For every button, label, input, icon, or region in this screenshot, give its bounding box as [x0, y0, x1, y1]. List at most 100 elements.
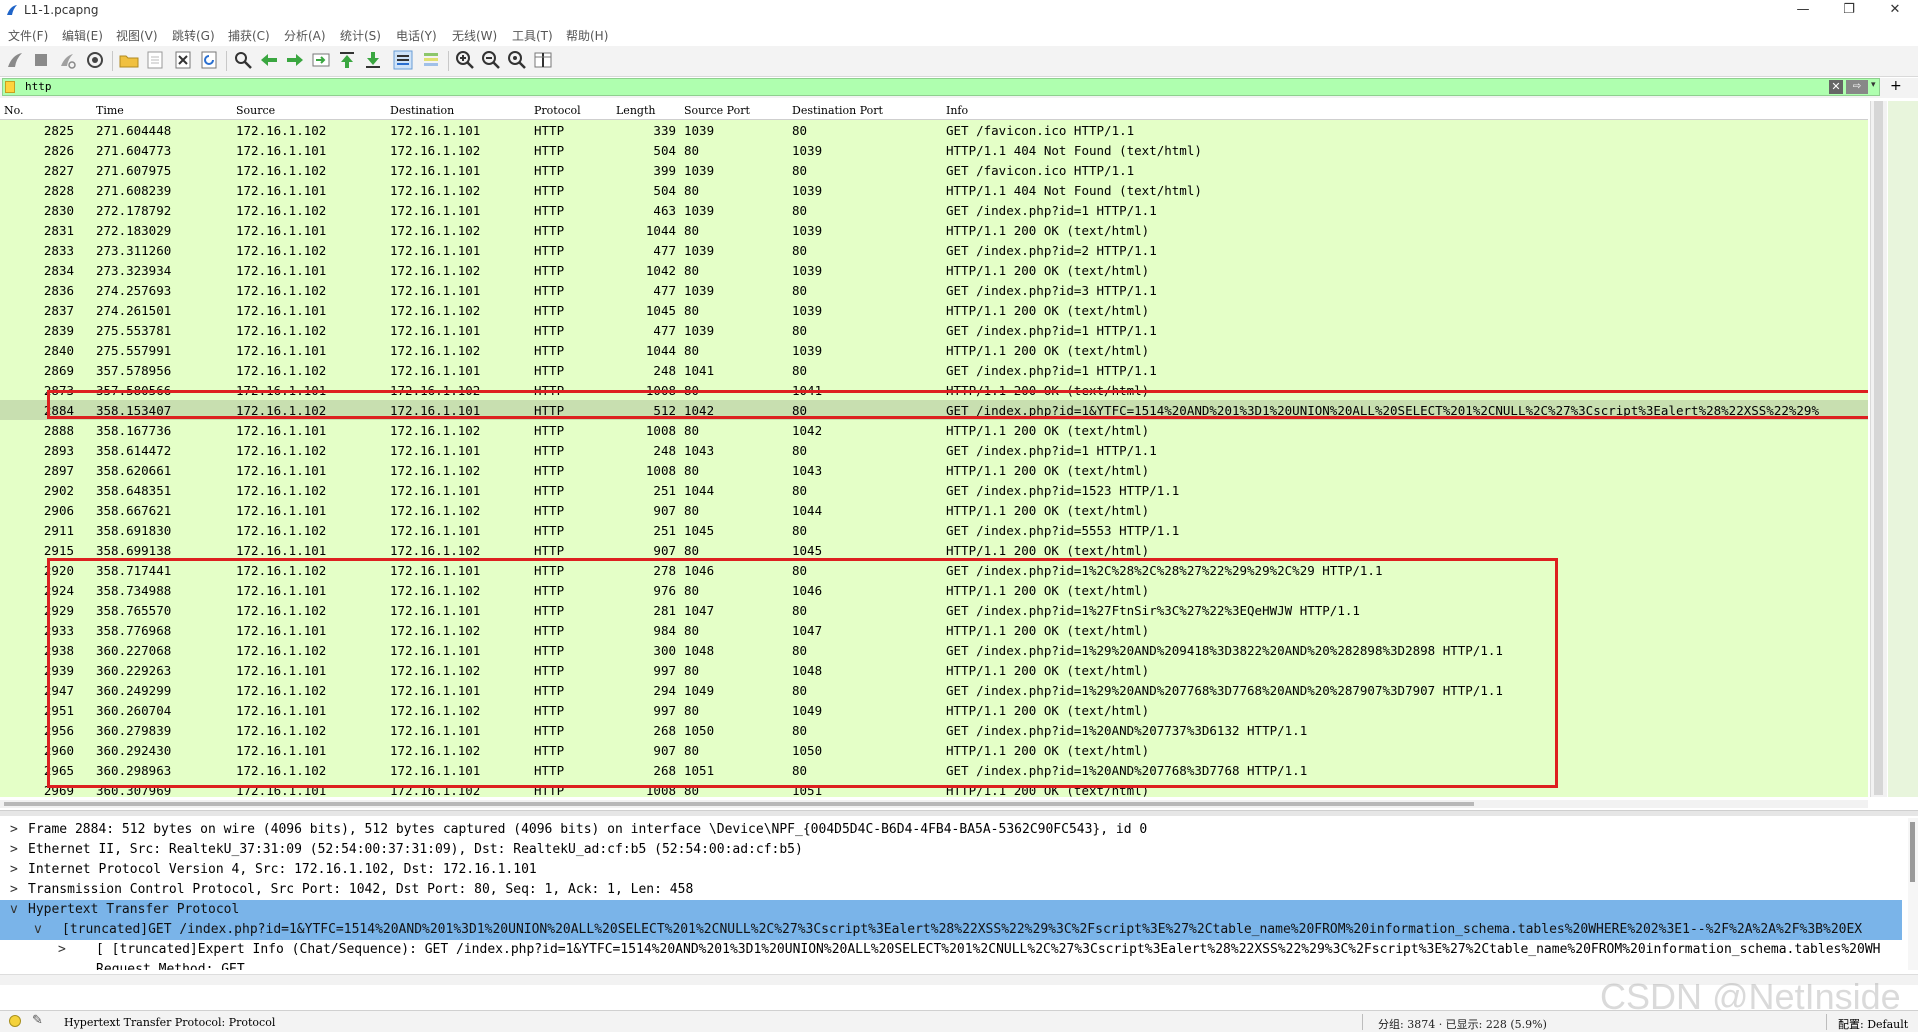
pane-splitter[interactable]: [0, 810, 1918, 816]
scroll-thumb[interactable]: [1874, 101, 1883, 795]
apply-filter-icon[interactable]: ⇨: [1846, 80, 1868, 94]
close-file-icon[interactable]: [172, 49, 194, 71]
packet-row[interactable]: 2826 271.604773 172.16.1.101 172.16.1.102 HT…: [0, 140, 1868, 160]
menu-go[interactable]: 跳转(G): [172, 27, 215, 44]
expand-arrow-icon[interactable]: >: [10, 882, 18, 897]
go-forward-icon[interactable]: [284, 49, 306, 71]
add-filter-button[interactable]: +: [1890, 78, 1902, 94]
packet-row[interactable]: 2888 358.167736 172.16.1.101 172.16.1.102 HT…: [0, 420, 1868, 440]
packet-row[interactable]: 2831 272.183029 172.16.1.101 172.16.1.102 HT…: [0, 220, 1868, 240]
packet-row[interactable]: 2897 358.620661 172.16.1.101 172.16.1.102 HT…: [0, 460, 1868, 480]
close-button[interactable]: ✕: [1872, 0, 1918, 22]
go-back-icon[interactable]: [258, 49, 280, 71]
detail-tree-item[interactable]: > Transmission Control Protocol, Src Port…: [0, 880, 1902, 900]
packet-row[interactable]: 2836 274.257693 172.16.1.102 172.16.1.101 HT…: [0, 280, 1868, 300]
packet-row[interactable]: 2839 275.553781 172.16.1.102 172.16.1.101 HT…: [0, 320, 1868, 340]
clear-filter-icon[interactable]: ✕: [1829, 80, 1843, 94]
column-header-protocol[interactable]: Protocol: [534, 104, 581, 117]
menu-file[interactable]: 文件(F): [8, 27, 48, 44]
column-header-source-port[interactable]: Source Port: [684, 104, 750, 117]
menu-help[interactable]: 帮助(H): [566, 27, 608, 44]
zoom-in-icon[interactable]: [454, 49, 476, 71]
column-header-destination-port[interactable]: Destination Port: [792, 104, 883, 117]
expand-arrow-icon[interactable]: >: [10, 822, 18, 837]
edit-comment-icon[interactable]: ✎: [32, 1013, 43, 1028]
packet-list-hscrollbar[interactable]: [0, 800, 1868, 808]
hscroll-thumb[interactable]: [4, 802, 1474, 806]
expand-arrow-icon[interactable]: >: [10, 842, 18, 857]
expand-arrow-icon[interactable]: >: [58, 942, 66, 957]
column-header-no[interactable]: No.: [4, 104, 24, 117]
detail-tree-item[interactable]: > Internet Protocol Version 4, Src: 172.1…: [0, 860, 1902, 880]
menu-tools[interactable]: 工具(T): [512, 27, 553, 44]
zoom-normal-icon[interactable]: [506, 49, 528, 71]
menu-analyze[interactable]: 分析(A): [284, 27, 326, 44]
column-header-destination[interactable]: Destination: [390, 104, 454, 117]
resize-columns-icon[interactable]: [532, 49, 554, 71]
packet-details-tree[interactable]: > Frame 2884: 512 bytes on wire (4096 bit…: [0, 818, 1908, 970]
detail-tree-item[interactable]: > [ [truncated]Expert Info (Chat/Sequence…: [0, 940, 1902, 960]
detail-tree-item[interactable]: v [truncated]GET /index.php?id=1&YTFC=151…: [0, 920, 1902, 940]
filter-history-dropdown-icon[interactable]: ▾: [1871, 80, 1876, 90]
packet-row[interactable]: 2830 272.178792 172.16.1.102 172.16.1.101 HT…: [0, 200, 1868, 220]
packet-row[interactable]: 2906 358.667621 172.16.1.101 172.16.1.102 HT…: [0, 500, 1868, 520]
packet-row[interactable]: 2911 358.691830 172.16.1.102 172.16.1.101 HT…: [0, 520, 1868, 540]
menu-statistics[interactable]: 统计(S): [340, 27, 381, 44]
filter-bookmark-icon[interactable]: [5, 81, 15, 93]
menu-edit[interactable]: 编辑(E): [62, 27, 103, 44]
open-file-icon[interactable]: [118, 49, 140, 71]
detail-tree-item[interactable]: > Ethernet II, Src: RealtekU_37:31:09 (52…: [0, 840, 1902, 860]
packet-row[interactable]: 2902 358.648351 172.16.1.102 172.16.1.101 HT…: [0, 480, 1868, 500]
start-capture-icon[interactable]: [4, 49, 26, 71]
go-last-packet-icon[interactable]: [362, 49, 384, 71]
packet-cell-src: 172.16.1.102: [236, 523, 327, 538]
expert-info-status-icon[interactable]: [9, 1015, 21, 1027]
go-first-packet-icon[interactable]: [336, 49, 358, 71]
packet-row[interactable]: 2833 273.311260 172.16.1.102 172.16.1.101 HT…: [0, 240, 1868, 260]
packet-row[interactable]: 2834 273.323934 172.16.1.101 172.16.1.102 HT…: [0, 260, 1868, 280]
packet-minimap[interactable]: [1888, 101, 1918, 797]
zoom-out-icon[interactable]: [480, 49, 502, 71]
detail-tree-item[interactable]: > Frame 2884: 512 bytes on wire (4096 bit…: [0, 820, 1902, 840]
go-to-packet-icon[interactable]: [310, 49, 332, 71]
details-scroll-thumb[interactable]: [1910, 822, 1915, 882]
save-file-icon[interactable]: [144, 49, 166, 71]
packet-row[interactable]: 2915 358.699138 172.16.1.101 172.16.1.102 HT…: [0, 540, 1868, 560]
maximize-button[interactable]: ❐: [1826, 0, 1872, 22]
detail-tree-item[interactable]: Request Method: GET: [0, 960, 1902, 970]
column-header-info[interactable]: Info: [946, 104, 968, 117]
detail-tree-item[interactable]: v Hypertext Transfer Protocol: [0, 900, 1902, 920]
reload-file-icon[interactable]: [198, 49, 220, 71]
collapse-arrow-icon[interactable]: v: [10, 902, 18, 917]
column-header-time[interactable]: Time: [96, 104, 124, 117]
stop-capture-icon[interactable]: [30, 49, 52, 71]
find-packet-icon[interactable]: [232, 49, 254, 71]
packet-cell-len: 907: [653, 543, 676, 558]
packet-row[interactable]: 2840 275.557991 172.16.1.101 172.16.1.102 HT…: [0, 340, 1868, 360]
auto-scroll-icon[interactable]: [392, 49, 414, 71]
packet-row[interactable]: 2828 271.608239 172.16.1.101 172.16.1.102 HT…: [0, 180, 1868, 200]
column-header-length[interactable]: Length: [616, 104, 655, 117]
menu-capture[interactable]: 捕获(C): [228, 27, 270, 44]
colorize-icon[interactable]: [420, 49, 442, 71]
expand-arrow-icon[interactable]: >: [10, 862, 18, 877]
packet-row[interactable]: 2827 271.607975 172.16.1.102 172.16.1.101 HT…: [0, 160, 1868, 180]
menu-telephony[interactable]: 电话(Y): [396, 27, 437, 44]
profile-indicator[interactable]: 配置: Default: [1838, 1016, 1908, 1032]
display-filter-input[interactable]: http ✕ ⇨ ▾: [2, 78, 1880, 96]
menu-view[interactable]: 视图(V): [116, 27, 158, 44]
minimize-button[interactable]: —: [1780, 0, 1826, 22]
packet-row[interactable]: 2869 357.578956 172.16.1.102 172.16.1.101 HT…: [0, 360, 1868, 380]
packet-list[interactable]: No. Time Source Destination Protocol Len…: [0, 101, 1868, 797]
capture-options-icon[interactable]: [84, 49, 106, 71]
packet-row[interactable]: 2837 274.261501 172.16.1.101 172.16.1.102 HT…: [0, 300, 1868, 320]
packet-row[interactable]: 2893 358.614472 172.16.1.102 172.16.1.101 HT…: [0, 440, 1868, 460]
packet-list-scrollbar[interactable]: [1870, 101, 1887, 797]
restart-capture-icon[interactable]: [56, 49, 78, 71]
details-scrollbar[interactable]: [1908, 818, 1918, 970]
menu-wireless[interactable]: 无线(W): [452, 27, 497, 44]
collapse-arrow-icon[interactable]: v: [34, 922, 42, 937]
column-header-source[interactable]: Source: [236, 104, 275, 117]
filter-text[interactable]: http: [25, 80, 52, 93]
packet-row[interactable]: 2825 271.604448 172.16.1.102 172.16.1.101 HT…: [0, 120, 1868, 140]
